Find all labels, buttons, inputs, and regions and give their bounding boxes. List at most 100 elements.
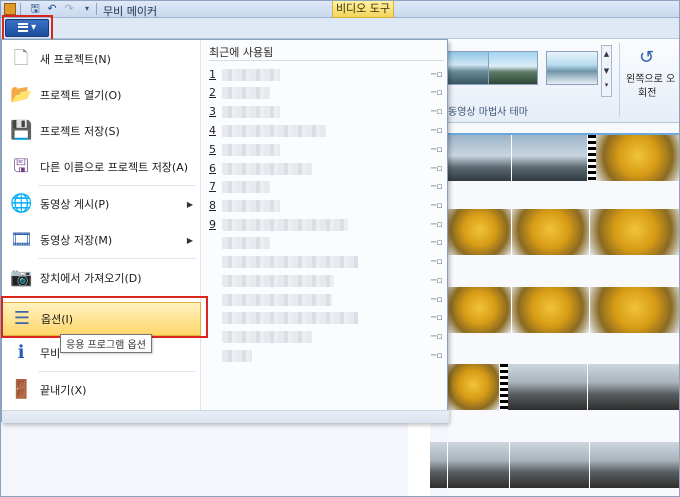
- save-icon[interactable]: 🖫: [28, 2, 42, 16]
- recent-item-name-redacted[interactable]: [222, 219, 348, 231]
- video-tools-context-tab[interactable]: 비디오 도구: [332, 1, 394, 18]
- clip-frame[interactable]: [512, 135, 588, 181]
- recent-item-name-redacted[interactable]: [222, 106, 280, 118]
- rotate-left-label[interactable]: 왼쪽으로 오 회전: [626, 73, 679, 101]
- pin-icon[interactable]: ─▫: [431, 333, 443, 342]
- recent-item-number[interactable]: 6: [209, 162, 216, 175]
- recent-item-name-redacted[interactable]: [222, 331, 312, 343]
- recent-item-name-redacted[interactable]: [222, 69, 280, 81]
- pin-icon[interactable]: ─▫: [431, 221, 443, 230]
- theme-thumbnail[interactable]: [546, 51, 598, 85]
- recent-item-number[interactable]: 2: [209, 86, 216, 99]
- clip-frame[interactable]: [590, 442, 679, 488]
- recent-item-name-redacted[interactable]: [222, 125, 326, 137]
- recent-item-name-redacted[interactable]: [222, 312, 358, 324]
- gallery-scroll[interactable]: ▲ ▼ ▾: [601, 45, 612, 97]
- recent-item-number[interactable]: 9: [209, 218, 216, 231]
- recent-item-name-redacted[interactable]: [222, 200, 280, 212]
- clip-frame[interactable]: [448, 364, 500, 410]
- menu-item-save-movie[interactable]: 🎞 동영상 저장(M) ▶: [2, 223, 201, 257]
- pin-icon[interactable]: ─▫: [431, 89, 443, 98]
- clip-strip[interactable]: [448, 133, 679, 181]
- recent-item-number[interactable]: 4: [209, 124, 216, 137]
- pin-icon[interactable]: ─▫: [431, 146, 443, 155]
- recent-item-name-redacted[interactable]: [222, 256, 358, 268]
- menu-item-label: 프로젝트 저장(S): [40, 125, 120, 138]
- menu-item-save-as[interactable]: 🖫 다른 이름으로 프로젝트 저장(A): [2, 150, 201, 184]
- clip-strip[interactable]: [448, 364, 679, 410]
- clip-strip[interactable]: [430, 442, 448, 488]
- menu-command-list: 🗋 새 프로젝트(N) 📂 프로젝트 열기(O) 💾 프로젝트 저장(S) 🖫 …: [2, 40, 201, 410]
- ribbon-separator: [619, 43, 620, 117]
- pin-icon[interactable]: ─▫: [431, 183, 443, 192]
- camera-import-icon: 📷: [10, 267, 33, 288]
- recent-item-name-redacted[interactable]: [222, 181, 270, 193]
- clip-frame[interactable]: [590, 209, 679, 255]
- pin-icon[interactable]: ─▫: [431, 71, 443, 80]
- clip-frame[interactable]: [510, 442, 590, 488]
- recent-item-name-redacted[interactable]: [222, 144, 280, 156]
- clip-strip[interactable]: [448, 209, 679, 255]
- clip-frame[interactable]: [430, 442, 448, 488]
- customize-qat-icon[interactable]: ▾: [80, 2, 94, 16]
- menu-divider: [38, 371, 196, 372]
- expand-gallery-icon[interactable]: ▾: [602, 80, 611, 90]
- clip-frame[interactable]: [448, 287, 512, 333]
- menu-footer: [2, 410, 449, 423]
- clip-frame[interactable]: [448, 135, 512, 181]
- pin-icon[interactable]: ─▫: [431, 239, 443, 248]
- pin-icon[interactable]: ─▫: [431, 258, 443, 267]
- recent-item-number[interactable]: 3: [209, 105, 216, 118]
- clip-strip[interactable]: [448, 442, 679, 488]
- pin-icon[interactable]: ─▫: [431, 165, 443, 174]
- pin-icon[interactable]: ─▫: [431, 277, 443, 286]
- scroll-down-icon[interactable]: ▼: [602, 63, 611, 80]
- pin-icon[interactable]: ─▫: [431, 314, 443, 323]
- movie-maker-window: 🖫 ↶ ↷ ▾ 무비 메이커 비디오 도구 ▾ ▲ ▼ ▾ 동영상 마법사 테마…: [0, 0, 680, 497]
- pin-icon[interactable]: ─▫: [431, 202, 443, 211]
- rotate-left-icon[interactable]: ↺: [639, 47, 659, 69]
- clip-frame[interactable]: [448, 209, 512, 255]
- menu-item-new-project[interactable]: 🗋 새 프로젝트(N): [2, 42, 201, 76]
- clip-frame[interactable]: [448, 442, 510, 488]
- recent-item-number[interactable]: 5: [209, 143, 216, 156]
- menu-item-open-project[interactable]: 📂 프로젝트 열기(O): [2, 78, 201, 112]
- menu-item-import-device[interactable]: 📷 장치에서 가져오기(D): [2, 261, 201, 295]
- menu-item-publish-movie[interactable]: 🌐 동영상 게시(P) ▶: [2, 187, 201, 221]
- clip-frame[interactable]: [596, 135, 679, 181]
- clip-frame[interactable]: [512, 287, 590, 333]
- ribbon-panel: ▲ ▼ ▾ 동영상 마법사 테마 ↺ 왼쪽으로 오 회전: [446, 39, 679, 123]
- undo-icon[interactable]: ↶: [45, 2, 59, 16]
- scroll-up-icon[interactable]: ▲: [602, 46, 611, 63]
- pin-icon[interactable]: ─▫: [431, 296, 443, 305]
- clip-frame[interactable]: [508, 364, 588, 410]
- theme-thumbnail[interactable]: [488, 51, 538, 85]
- recent-item-name-redacted[interactable]: [222, 294, 332, 306]
- recent-item-name-redacted[interactable]: [222, 350, 252, 362]
- menu-item-exit[interactable]: 🚪 끝내기(X): [2, 373, 201, 407]
- pin-icon[interactable]: ─▫: [431, 352, 443, 361]
- recent-item-name-redacted[interactable]: [222, 237, 270, 249]
- menu-item-label: 장치에서 가져오기(D): [40, 272, 142, 285]
- recent-item-name-redacted[interactable]: [222, 163, 312, 175]
- redo-icon[interactable]: ↷: [62, 2, 76, 16]
- pin-icon[interactable]: ─▫: [431, 127, 443, 136]
- menu-item-label: 프로젝트 열기(O): [40, 89, 122, 102]
- highlight-frame-file-button: [2, 15, 53, 42]
- recent-item-number[interactable]: 8: [209, 199, 216, 212]
- pin-icon[interactable]: ─▫: [431, 108, 443, 117]
- app-icon[interactable]: [4, 3, 16, 15]
- recent-item-name-redacted[interactable]: [222, 275, 334, 287]
- recent-item-name-redacted[interactable]: [222, 87, 270, 99]
- recent-item-number[interactable]: 1: [209, 68, 216, 81]
- recent-title-divider: [209, 60, 444, 61]
- clip-strip[interactable]: [448, 287, 679, 333]
- clip-frame[interactable]: [512, 209, 590, 255]
- menu-item-save-project[interactable]: 💾 프로젝트 저장(S): [2, 114, 201, 148]
- submenu-arrow-icon: ▶: [186, 235, 193, 245]
- ribbon-tab-row: ▾: [1, 18, 679, 39]
- recent-item-number[interactable]: 7: [209, 180, 216, 193]
- clip-frame[interactable]: [588, 364, 679, 410]
- clip-frame[interactable]: [590, 287, 679, 333]
- rotate-left-label-line1: 왼쪽으로 오: [626, 74, 676, 85]
